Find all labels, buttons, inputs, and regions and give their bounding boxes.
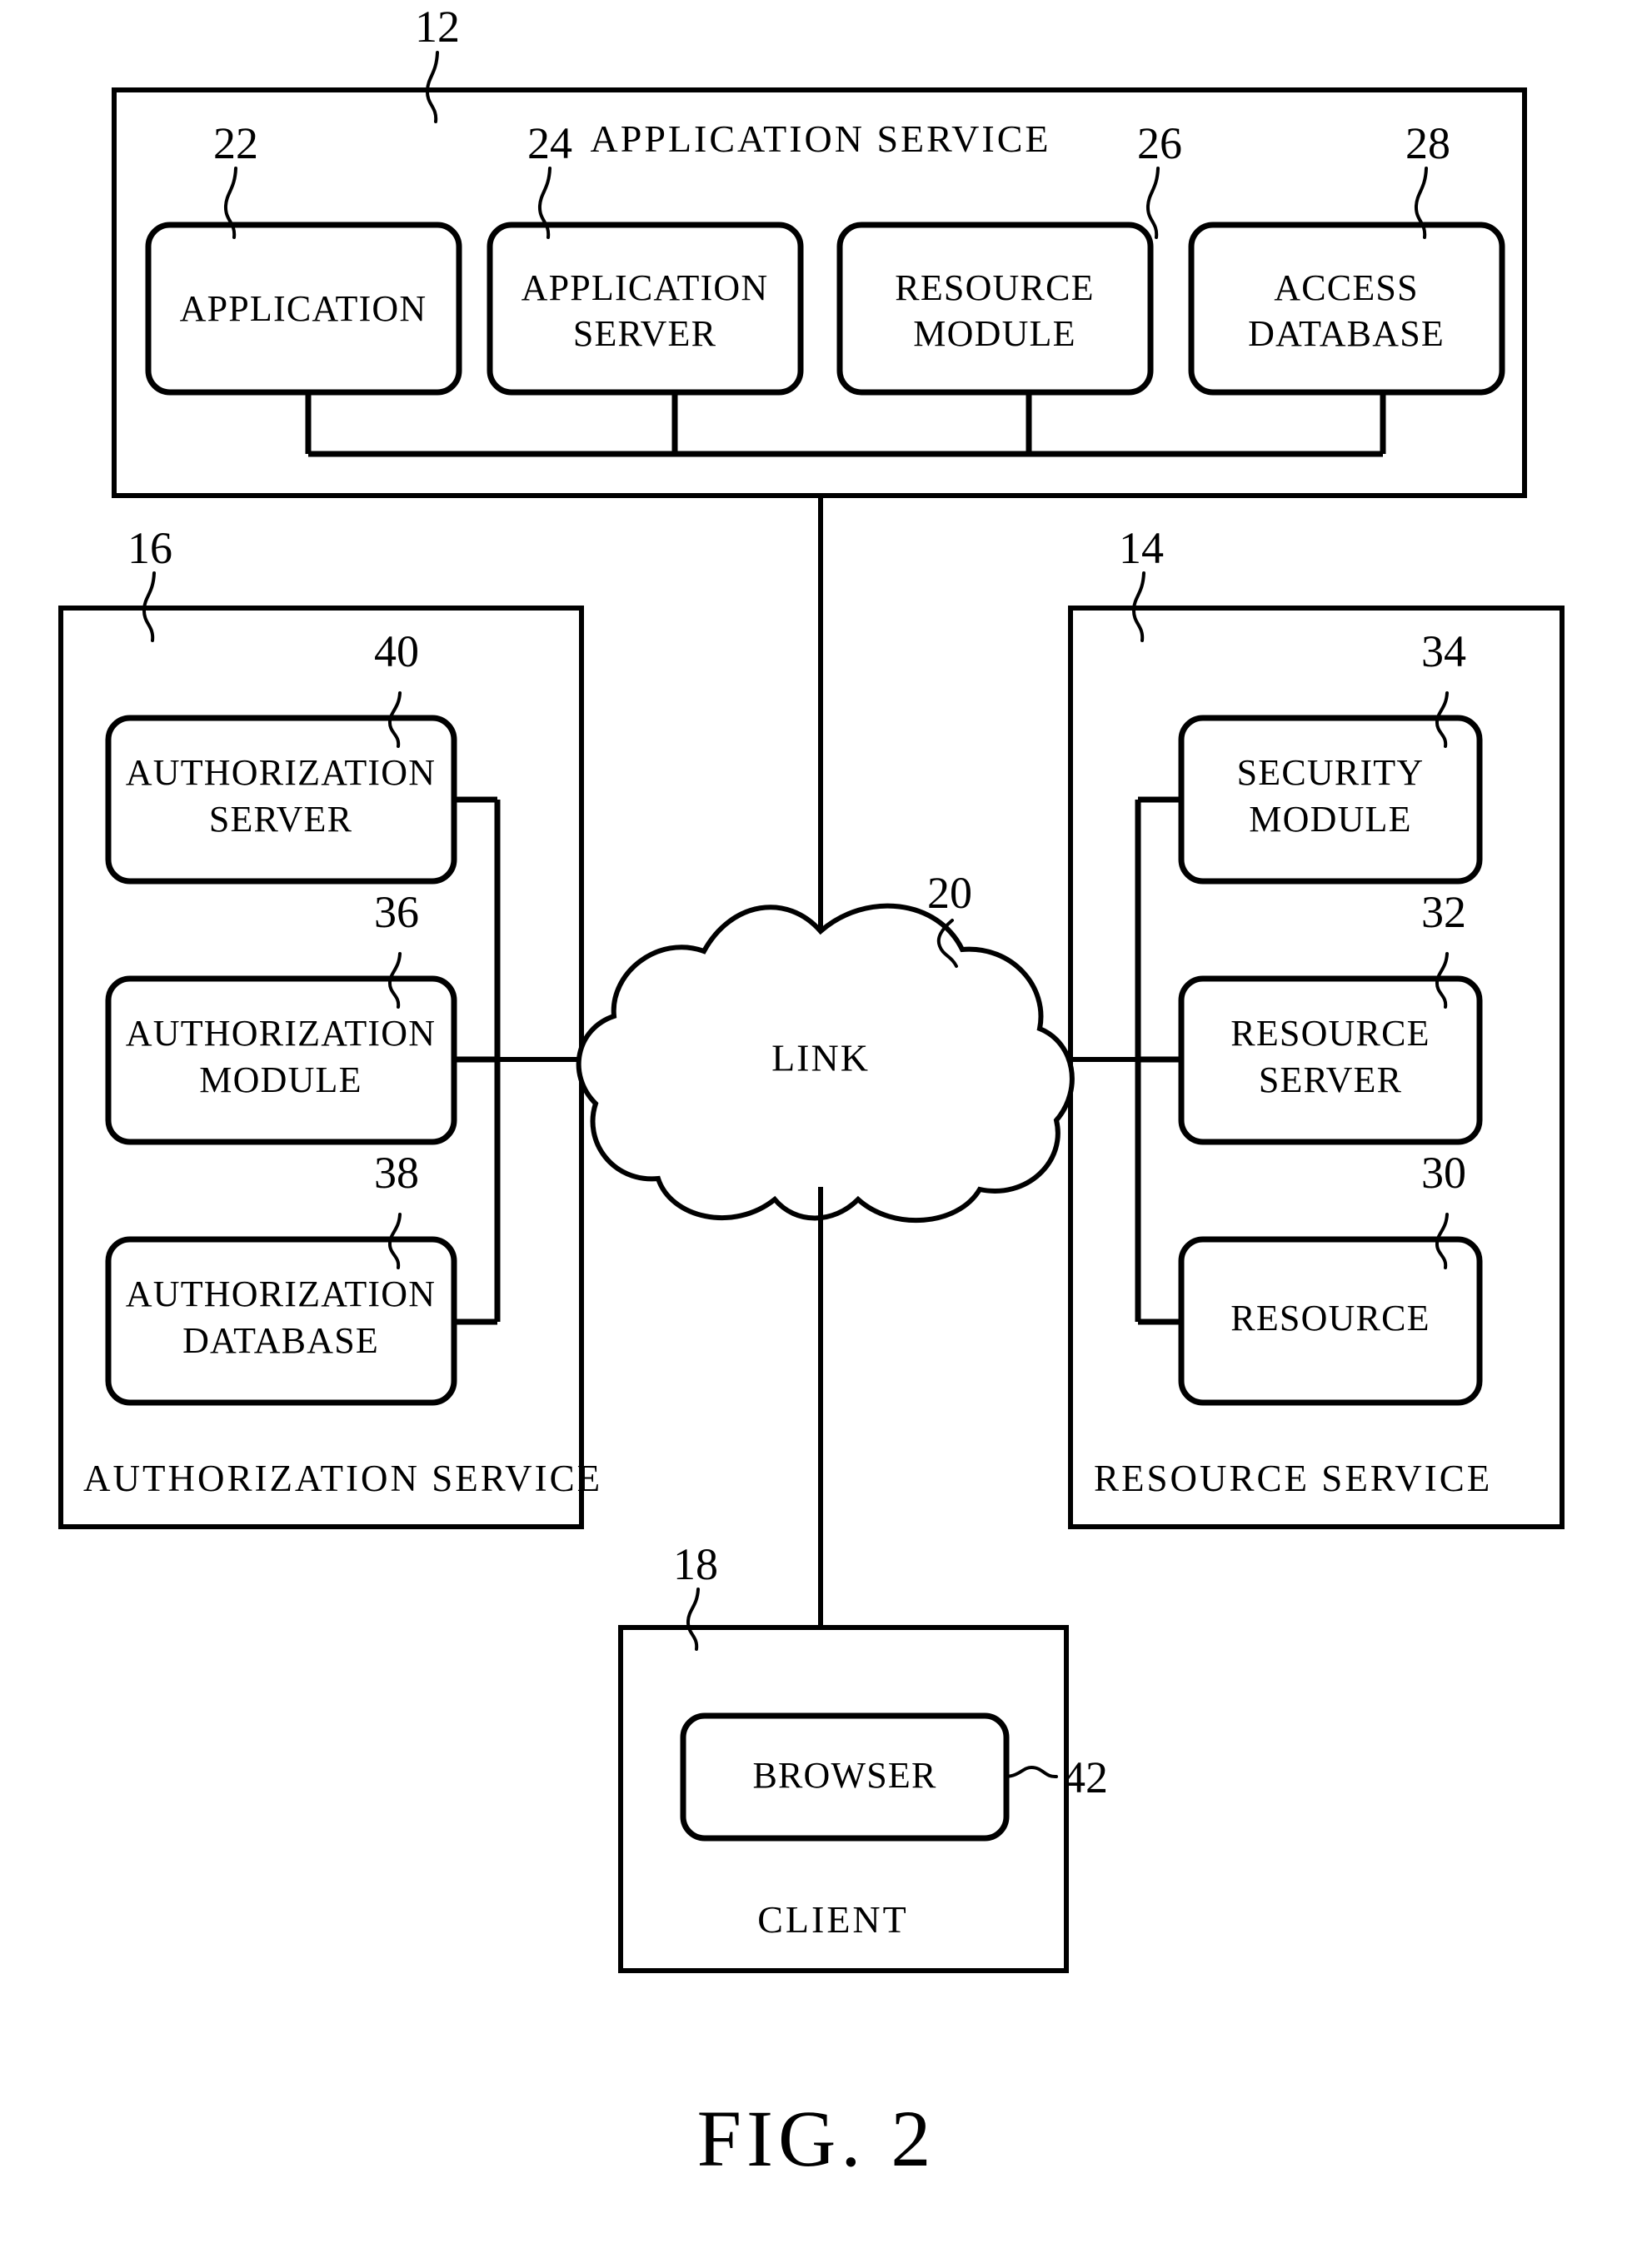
node-resource-label-line1: RESOURCE — [1230, 1298, 1430, 1338]
client-group: 18 BROWSER 42 CLIENT — [618, 1539, 1108, 1973]
ref-number-20: 20 — [927, 868, 972, 918]
ref-number-16: 16 — [127, 523, 172, 573]
ref-number-30: 30 — [1421, 1148, 1466, 1198]
link-cloud-group: LINK 20 — [576, 868, 1075, 1224]
node-authorization-module-label-line1: AUTHORIZATION — [126, 1013, 436, 1054]
ref-number-18: 18 — [673, 1539, 718, 1589]
node-authorization-database-label-line1: AUTHORIZATION — [126, 1274, 436, 1314]
ref-number-28: 28 — [1405, 118, 1450, 168]
node-application-server-label-line1: APPLICATION — [522, 267, 769, 308]
node-application-server[interactable] — [487, 222, 804, 396]
node-application-server-label-line2: SERVER — [573, 313, 716, 354]
application-service-title: APPLICATION SERVICE — [591, 117, 1051, 160]
resource-service-group: 14 RESOURCE SERVICE SECURITY MODULE 34 R… — [1001, 523, 1565, 1529]
node-access-database[interactable] — [1188, 222, 1505, 396]
node-application-label-line1: APPLICATION — [180, 288, 427, 329]
node-browser-label: BROWSER — [752, 1755, 936, 1796]
ref-number-38: 38 — [374, 1148, 419, 1198]
node-access-database-label-line1: ACCESS — [1274, 267, 1419, 308]
node-resource-module[interactable] — [836, 222, 1154, 396]
link-label: LINK — [771, 1037, 870, 1079]
authorization-service-group: 16 AUTHORIZATION SERVICE AUTHORIZATION S… — [58, 523, 640, 1529]
ref-number-42: 42 — [1063, 1752, 1108, 1802]
node-authorization-module-label-line2: MODULE — [199, 1059, 362, 1100]
ref-number-40: 40 — [374, 626, 419, 676]
node-resource-module-label-line2: MODULE — [913, 313, 1076, 354]
authorization-service-title: AUTHORIZATION SERVICE — [83, 1458, 602, 1499]
diagram-canvas: 12 APPLICATION SERVICE APPLICATION 22 AP… — [58, 2, 1565, 2183]
node-authorization-server-label-line2: SERVER — [209, 799, 352, 840]
ref-number-24: 24 — [527, 118, 572, 168]
ref-number-14: 14 — [1119, 523, 1164, 573]
node-resource-server-label-line2: SERVER — [1259, 1059, 1402, 1100]
node-resource-module-label-line1: RESOURCE — [895, 267, 1094, 308]
ref-number-36: 36 — [374, 887, 419, 937]
application-service-group: 12 APPLICATION SERVICE APPLICATION 22 AP… — [112, 2, 1527, 498]
ref-number-34: 34 — [1421, 626, 1466, 676]
node-resource-server-label-line1: RESOURCE — [1230, 1013, 1430, 1054]
node-authorization-server-label-line1: AUTHORIZATION — [126, 752, 436, 793]
ref-number-32: 32 — [1421, 887, 1466, 937]
client-title: CLIENT — [757, 1898, 909, 1941]
node-security-module-label-line1: SECURITY — [1237, 752, 1425, 793]
figure-caption: FIG. 2 — [697, 2094, 936, 2183]
ref-number-22: 22 — [213, 118, 258, 168]
ref-number-12: 12 — [415, 2, 460, 52]
node-access-database-label-line2: DATABASE — [1248, 313, 1445, 354]
patent-figure: 12 APPLICATION SERVICE APPLICATION 22 AP… — [0, 0, 1632, 2268]
resource-service-title: RESOURCE SERVICE — [1094, 1458, 1492, 1499]
node-security-module-label-line2: MODULE — [1249, 799, 1411, 840]
node-authorization-database-label-line2: DATABASE — [182, 1320, 379, 1361]
ref-number-26: 26 — [1137, 118, 1182, 168]
